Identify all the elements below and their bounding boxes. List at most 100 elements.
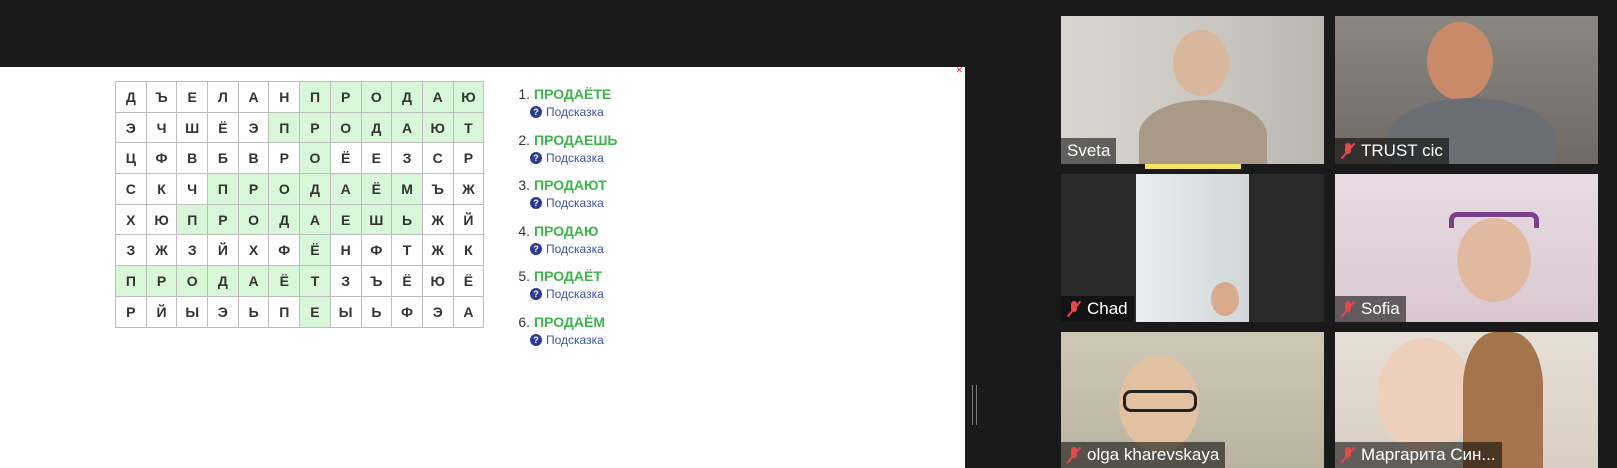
grid-cell[interactable]: Ю bbox=[452, 81, 485, 113]
video-tile-margarita[interactable]: Маргарита Син... bbox=[1335, 332, 1598, 468]
grid-cell[interactable]: А bbox=[237, 265, 270, 297]
grid-cell[interactable]: Х bbox=[237, 234, 270, 267]
grid-cell[interactable]: Ю bbox=[421, 265, 454, 297]
grid-cell[interactable]: Ё bbox=[360, 173, 393, 205]
grid-cell[interactable]: Ж bbox=[421, 234, 454, 267]
hint-link[interactable]: ? Подсказка bbox=[530, 285, 617, 303]
grid-cell[interactable]: Е bbox=[176, 81, 209, 113]
grid-cell[interactable]: П bbox=[268, 295, 301, 328]
grid-cell[interactable]: Э bbox=[207, 295, 239, 328]
grid-cell[interactable]: Ч bbox=[176, 173, 209, 205]
grid-cell[interactable]: А bbox=[237, 81, 270, 113]
grid-cell[interactable]: Р bbox=[115, 295, 147, 328]
grid-cell[interactable]: Ю bbox=[145, 203, 178, 236]
grid-cell[interactable]: Ь bbox=[391, 203, 423, 236]
hint-link[interactable]: ? Подсказка bbox=[530, 103, 617, 121]
grid-cell[interactable]: Й bbox=[145, 295, 178, 328]
grid-cell[interactable]: Р bbox=[237, 173, 270, 205]
grid-cell[interactable]: Ы bbox=[176, 295, 209, 328]
grid-cell[interactable]: Р bbox=[452, 142, 485, 175]
grid-cell[interactable]: Ж bbox=[452, 173, 485, 205]
grid-cell[interactable]: Ш bbox=[176, 111, 209, 144]
grid-cell[interactable]: Э bbox=[115, 111, 147, 144]
grid-cell[interactable]: Е bbox=[329, 203, 362, 236]
video-tile-olga[interactable]: olga kharevskaya bbox=[1061, 332, 1324, 468]
video-tile-trust-cic[interactable]: TRUST cic bbox=[1335, 16, 1598, 164]
hint-link[interactable]: ? Подсказка bbox=[530, 240, 617, 258]
grid-cell[interactable]: А bbox=[391, 111, 423, 144]
grid-cell[interactable]: А bbox=[421, 81, 454, 113]
grid-cell[interactable]: Т bbox=[391, 234, 423, 267]
grid-cell[interactable]: Ж bbox=[421, 203, 454, 236]
grid-cell[interactable]: Н bbox=[268, 81, 301, 113]
grid-cell[interactable]: О bbox=[237, 203, 270, 236]
grid-cell[interactable]: Д bbox=[391, 81, 423, 113]
grid-cell[interactable]: К bbox=[145, 173, 178, 205]
grid-cell[interactable]: Ш bbox=[360, 203, 393, 236]
grid-cell[interactable]: Ё bbox=[207, 111, 239, 144]
grid-cell[interactable]: З bbox=[329, 265, 362, 297]
grid-cell[interactable]: Ъ bbox=[145, 81, 178, 113]
grid-cell[interactable]: К bbox=[452, 234, 485, 267]
grid-cell[interactable]: З bbox=[391, 142, 423, 175]
grid-cell[interactable]: С bbox=[115, 173, 147, 205]
video-tile-sofia[interactable]: Sofia bbox=[1335, 174, 1598, 322]
grid-cell[interactable]: Д bbox=[299, 173, 331, 205]
grid-cell[interactable]: П bbox=[207, 173, 239, 205]
grid-cell[interactable]: Т bbox=[452, 111, 485, 144]
grid-cell[interactable]: Р bbox=[329, 81, 362, 113]
grid-cell[interactable]: Б bbox=[207, 142, 239, 175]
grid-cell[interactable]: Ч bbox=[145, 111, 178, 144]
grid-cell[interactable]: Ё bbox=[268, 265, 301, 297]
grid-cell[interactable]: Т bbox=[299, 265, 331, 297]
grid-cell[interactable]: Р bbox=[268, 142, 301, 175]
grid-cell[interactable]: Р bbox=[145, 265, 178, 297]
grid-cell[interactable]: О bbox=[360, 81, 393, 113]
grid-cell[interactable]: Д bbox=[360, 111, 393, 144]
grid-cell[interactable]: Й bbox=[207, 234, 239, 267]
grid-cell[interactable]: С bbox=[421, 142, 454, 175]
grid-cell[interactable]: Е bbox=[360, 142, 393, 175]
grid-cell[interactable]: П bbox=[299, 81, 331, 113]
grid-cell[interactable]: Д bbox=[115, 81, 147, 113]
grid-cell[interactable]: Э bbox=[421, 295, 454, 328]
grid-cell[interactable]: Д bbox=[268, 203, 301, 236]
grid-cell[interactable]: А bbox=[452, 295, 485, 328]
video-tile-sveta[interactable]: Sveta bbox=[1061, 16, 1324, 164]
grid-cell[interactable]: Е bbox=[299, 295, 331, 328]
grid-cell[interactable]: Й bbox=[452, 203, 485, 236]
grid-cell[interactable]: Д bbox=[207, 265, 239, 297]
grid-cell[interactable]: О bbox=[299, 142, 331, 175]
grid-cell[interactable]: Р bbox=[299, 111, 331, 144]
hint-link[interactable]: ? Подсказка bbox=[530, 194, 617, 212]
grid-cell[interactable]: Н bbox=[329, 234, 362, 267]
grid-cell[interactable]: Ф bbox=[145, 142, 178, 175]
grid-cell[interactable]: М bbox=[391, 173, 423, 205]
hint-link[interactable]: ? Подсказка bbox=[530, 331, 617, 349]
grid-cell[interactable]: О bbox=[268, 173, 301, 205]
grid-cell[interactable]: П bbox=[115, 265, 147, 297]
grid-cell[interactable]: Ю bbox=[421, 111, 454, 144]
grid-cell[interactable]: Э bbox=[237, 111, 270, 144]
grid-cell[interactable]: О bbox=[329, 111, 362, 144]
grid-cell[interactable]: Ъ bbox=[421, 173, 454, 205]
video-tile-chad[interactable]: Chad bbox=[1061, 174, 1324, 322]
grid-cell[interactable]: Ь bbox=[360, 295, 393, 328]
grid-cell[interactable]: З bbox=[176, 234, 209, 267]
grid-cell[interactable]: В bbox=[176, 142, 209, 175]
grid-cell[interactable]: Ф bbox=[360, 234, 393, 267]
grid-cell[interactable]: З bbox=[115, 234, 147, 267]
grid-cell[interactable]: А bbox=[329, 173, 362, 205]
panel-resize-handle[interactable] bbox=[972, 385, 977, 425]
grid-cell[interactable]: Х bbox=[115, 203, 147, 236]
grid-cell[interactable]: Ц bbox=[115, 142, 147, 175]
grid-cell[interactable]: А bbox=[299, 203, 331, 236]
grid-cell[interactable]: Ь bbox=[237, 295, 270, 328]
grid-cell[interactable]: Л bbox=[207, 81, 239, 113]
grid-cell[interactable]: Ё bbox=[329, 142, 362, 175]
grid-cell[interactable]: О bbox=[176, 265, 209, 297]
grid-cell[interactable]: Ф bbox=[268, 234, 301, 267]
grid-cell[interactable]: П bbox=[176, 203, 209, 236]
grid-cell[interactable]: Ё bbox=[299, 234, 331, 267]
grid-cell[interactable]: Ы bbox=[329, 295, 362, 328]
